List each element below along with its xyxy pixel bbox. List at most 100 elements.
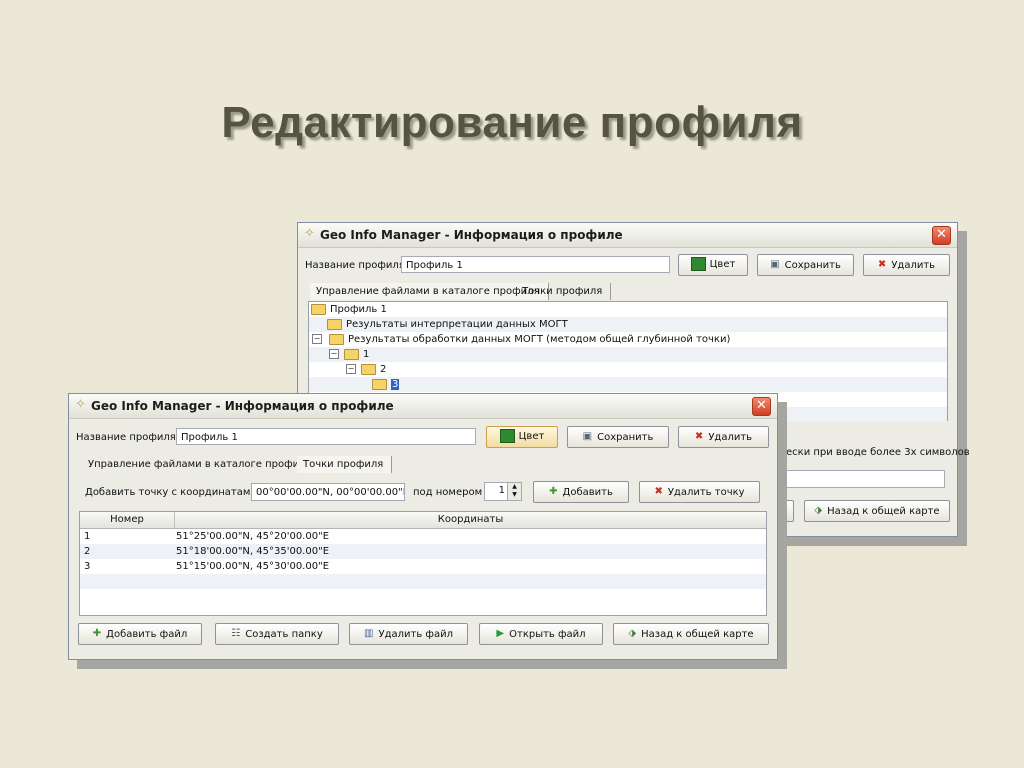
folder-icon xyxy=(327,318,342,330)
folder-icon xyxy=(372,378,387,390)
add-file-button[interactable]: ✚ Добавить файл xyxy=(78,623,202,645)
back-to-map-button[interactable]: ⬗ Назад к общей карте xyxy=(613,623,769,645)
tree-item[interactable]: 3 xyxy=(309,377,947,392)
delete-button[interactable]: ✖ Удалить xyxy=(863,254,950,276)
tree-item[interactable]: − Результаты обработки данных МОГТ (метод… xyxy=(309,332,947,347)
tree-item-label: 2 xyxy=(380,364,387,375)
back-to-map-button-label: Назад к общей карте xyxy=(827,506,940,517)
cell-number: 1 xyxy=(84,531,91,542)
tab-profile-points[interactable]: Точки профиля xyxy=(516,283,612,300)
green-play-icon: ▶ xyxy=(496,628,505,639)
point-number-spinner[interactable]: 1 ▲ ▼ xyxy=(484,482,522,501)
hint-text: ески при вводе более 3х символов xyxy=(786,447,970,458)
points-table: Номер Координаты 1 51°25'00.00"N, 45°20'… xyxy=(79,511,767,616)
tree-item[interactable]: −2 xyxy=(309,362,947,377)
column-header-number[interactable]: Номер xyxy=(80,512,175,528)
red-x-icon: ✖ xyxy=(694,431,704,442)
add-point-label: Добавить точку с координатами xyxy=(85,487,257,498)
window-title: Geo Info Manager - Информация о профиле xyxy=(320,228,623,242)
table-row[interactable]: 3 51°15'00.00"N, 45°30'00.00"E xyxy=(80,559,766,574)
red-x-icon: ✖ xyxy=(877,259,887,270)
title-bar[interactable]: ✧ Geo Info Manager - Информация о профил… xyxy=(298,223,957,248)
delete-point-button-label: Удалить точку xyxy=(667,487,745,498)
tree-item-label: 1 xyxy=(363,349,370,360)
delete-file-button[interactable]: ▥ Удалить файл xyxy=(349,623,468,645)
add-point-button-label: Добавить xyxy=(562,487,613,498)
open-file-button-label: Открыть файл xyxy=(509,629,586,640)
tab-bar: Управление файлами в каталоге профиля То… xyxy=(82,456,402,474)
green-plus-icon: ✚ xyxy=(92,628,102,639)
close-button[interactable]: ✕ xyxy=(752,397,771,416)
delete-button[interactable]: ✖ Удалить xyxy=(678,426,769,448)
profile-name-label: Название профиля xyxy=(76,432,176,443)
slide-title: Редактирование профиля xyxy=(221,98,803,147)
app-icon: ✧ xyxy=(75,397,86,412)
tab-profile-points[interactable]: Точки профиля xyxy=(297,456,393,473)
tree-item[interactable]: Результаты интерпретации данных МОГТ xyxy=(309,317,947,332)
collapse-icon[interactable]: − xyxy=(346,364,356,374)
map-icon: ⬗ xyxy=(814,505,823,516)
table-row[interactable]: 2 51°18'00.00"N, 45°35'00.00"E xyxy=(80,544,766,559)
folder-tree-icon: ☷ xyxy=(231,628,241,639)
delete-button-label: Удалить xyxy=(891,260,936,271)
cell-number: 2 xyxy=(84,546,91,557)
green-plus-icon: ✚ xyxy=(549,486,558,497)
delete-file-button-label: Удалить файл xyxy=(378,629,453,640)
close-icon: ✕ xyxy=(936,227,947,242)
color-button[interactable]: Цвет xyxy=(486,426,558,448)
column-header-coordinates[interactable]: Координаты xyxy=(175,512,766,528)
create-folder-button-label: Создать папку xyxy=(245,629,323,640)
profile-name-label: Название профиля xyxy=(305,260,405,271)
open-folder-icon xyxy=(311,303,326,315)
partial-button[interactable] xyxy=(778,500,794,522)
back-to-map-button-label: Назад к общей карте xyxy=(641,629,754,640)
save-button[interactable]: ▣ Сохранить xyxy=(757,254,854,276)
tree-item-label: Результаты обработки данных МОГТ (методо… xyxy=(348,334,731,345)
save-button[interactable]: ▣ Сохранить xyxy=(567,426,669,448)
close-button[interactable]: ✕ xyxy=(932,226,951,245)
tree-item[interactable]: Профиль 1 xyxy=(309,302,947,317)
tree-item[interactable]: −1 xyxy=(309,347,947,362)
delete-button-label: Удалить xyxy=(708,432,753,443)
profile-name-input[interactable]: Профиль 1 xyxy=(401,256,670,273)
open-folder-icon xyxy=(344,348,359,360)
spinner-arrows-icon[interactable]: ▲ ▼ xyxy=(507,483,521,500)
tree-item-label: Результаты интерпретации данных МОГТ xyxy=(346,319,568,330)
cell-number: 3 xyxy=(84,561,91,572)
color-button-label: Цвет xyxy=(518,431,545,442)
cell-coordinates: 51°18'00.00"N, 45°35'00.00"E xyxy=(176,546,330,557)
tab-bar: Управление файлами в каталоге профиля То… xyxy=(310,283,612,301)
color-swatch-icon xyxy=(499,429,515,443)
profile-window-front: ✧ Geo Info Manager - Информация о профил… xyxy=(68,393,778,660)
color-swatch-icon xyxy=(690,257,706,271)
coordinates-input[interactable]: 00°00'00.00"N, 00°00'00.00"E xyxy=(251,483,405,501)
title-bar[interactable]: ✧ Geo Info Manager - Информация о профил… xyxy=(69,394,777,419)
spinner-value: 1 xyxy=(498,485,505,496)
back-to-map-button[interactable]: ⬗ Назад к общей карте xyxy=(804,500,950,522)
table-header: Номер Координаты xyxy=(80,512,766,529)
window-title: Geo Info Manager - Информация о профиле xyxy=(91,399,394,413)
delete-point-button[interactable]: ✖ Удалить точку xyxy=(639,481,760,503)
tree-item-label: 3 xyxy=(391,379,400,390)
open-file-button[interactable]: ▶ Открыть файл xyxy=(479,623,603,645)
close-icon: ✕ xyxy=(756,398,767,413)
cell-coordinates: 51°25'00.00"N, 45°20'00.00"E xyxy=(176,531,330,542)
collapse-icon[interactable]: − xyxy=(312,334,322,344)
color-button-label: Цвет xyxy=(709,259,736,270)
add-point-button[interactable]: ✚ Добавить xyxy=(533,481,629,503)
color-button[interactable]: Цвет xyxy=(678,254,748,276)
save-button-label: Сохранить xyxy=(597,432,654,443)
cell-coordinates: 51°15'00.00"N, 45°30'00.00"E xyxy=(176,561,330,572)
create-folder-button[interactable]: ☷ Создать папку xyxy=(215,623,339,645)
search-input[interactable] xyxy=(778,470,945,488)
floppy-disk-icon: ▣ xyxy=(582,431,593,442)
tab-file-management[interactable]: Управление файлами в каталоге профиля xyxy=(82,456,321,473)
tree-item-label: Профиль 1 xyxy=(330,304,387,315)
map-icon: ⬗ xyxy=(628,628,637,639)
open-folder-icon xyxy=(361,363,376,375)
profile-name-input[interactable]: Профиль 1 xyxy=(176,428,476,445)
trash-icon: ▥ xyxy=(364,628,374,639)
table-row[interactable]: 1 51°25'00.00"N, 45°20'00.00"E xyxy=(80,529,766,544)
collapse-icon[interactable]: − xyxy=(329,349,339,359)
tab-file-management[interactable]: Управление файлами в каталоге профиля xyxy=(310,283,549,300)
